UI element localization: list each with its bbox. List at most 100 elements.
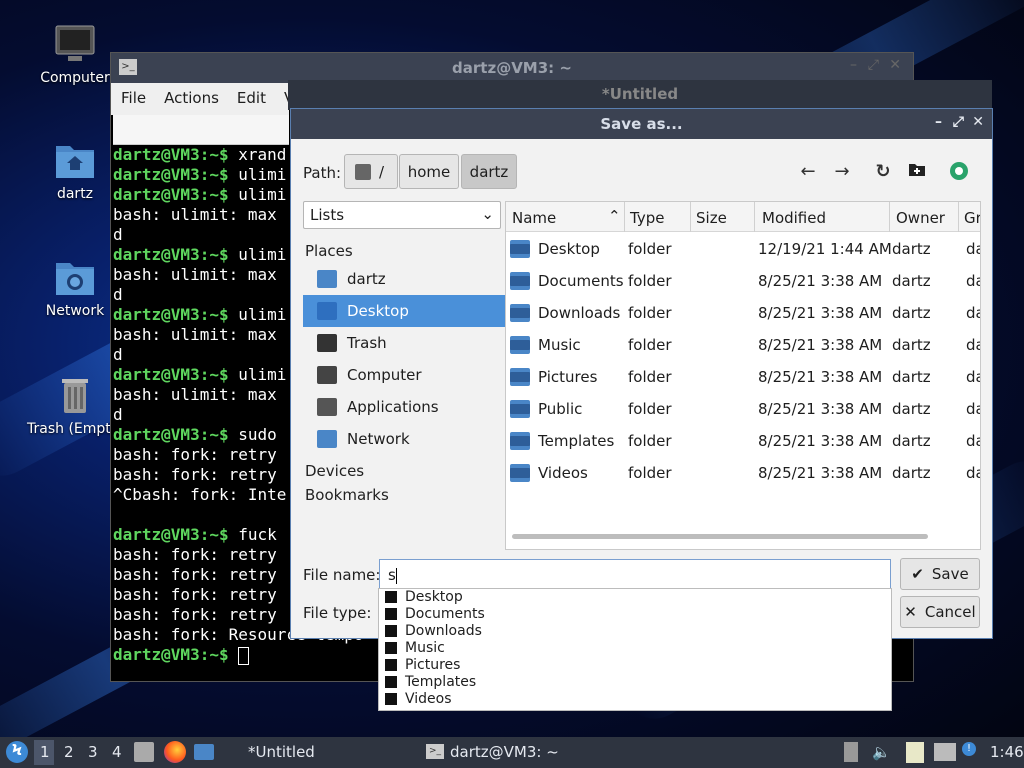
minimize-icon[interactable]: – <box>850 57 857 73</box>
close-icon[interactable]: ✕ <box>889 57 901 73</box>
place-applications[interactable]: Applications <box>303 391 505 423</box>
task-terminal[interactable]: dartz@VM3: ~ <box>450 743 559 761</box>
column-name[interactable]: Name <box>512 209 556 227</box>
terminal-titlebar[interactable]: >_ dartz@VM3: ~ – ⤢ ✕ <box>111 53 913 83</box>
forward-arrow-icon[interactable]: → <box>830 160 854 184</box>
file-list[interactable]: Name ⌃ Type Size Modified Owner Gr Deskt… <box>505 201 981 550</box>
place-computer[interactable]: Computer <box>303 359 505 391</box>
completion-item[interactable]: Pictures <box>379 657 891 674</box>
save-button[interactable]: ✔ Save <box>900 558 980 590</box>
column-size[interactable]: Size <box>696 209 727 227</box>
menu-file[interactable]: File <box>121 89 146 109</box>
completion-item[interactable]: Music <box>379 640 891 657</box>
file-name: Desktop <box>538 240 600 258</box>
file-name-input[interactable]: s <box>379 559 891 589</box>
computer-icon <box>55 25 95 61</box>
close-icon[interactable]: ✕ <box>972 114 984 130</box>
file-name: Templates <box>538 432 615 450</box>
dialog-titlebar[interactable]: Save as... – ⤢ ✕ <box>291 109 992 139</box>
clock[interactable]: 1:46 <box>990 743 1024 761</box>
devices-header[interactable]: Devices <box>303 459 505 483</box>
desktop-icon-network[interactable]: Network <box>27 257 123 319</box>
network-folder-icon <box>56 263 94 295</box>
horizontal-scrollbar[interactable] <box>512 534 928 539</box>
applications-icon <box>317 398 337 416</box>
task-untitled[interactable]: *Untitled <box>248 743 315 761</box>
back-arrow-icon[interactable]: ← <box>796 160 820 184</box>
completion-item[interactable]: Desktop <box>379 589 891 606</box>
path-dartz-button[interactable]: dartz <box>461 154 517 189</box>
network-icon <box>317 430 337 448</box>
workspace-3[interactable]: 3 <box>88 743 98 761</box>
notification-icon[interactable]: ! <box>962 742 976 756</box>
new-folder-icon[interactable] <box>905 160 929 184</box>
path-home-button[interactable]: home <box>399 154 459 189</box>
file-row[interactable]: Documentsfolder 8/25/21 3:38 AM dartz da <box>506 265 980 297</box>
desktop-icon <box>385 591 397 603</box>
bookmarks-header[interactable]: Bookmarks <box>303 483 505 507</box>
network-tray-icon[interactable] <box>934 743 956 761</box>
file-manager-icon[interactable] <box>134 742 154 762</box>
start-menu-icon[interactable]: Ϟ <box>6 741 28 763</box>
folder-icon <box>510 368 530 386</box>
places-view-combo[interactable]: Lists ⌄ <box>303 201 501 229</box>
desktop-icon <box>317 302 337 320</box>
workspace-4[interactable]: 4 <box>112 743 122 761</box>
desktop-icon-label: dartz <box>56 186 94 202</box>
trash-icon <box>317 334 337 352</box>
reload-icon[interactable]: ↻ <box>871 160 895 184</box>
menu-edit[interactable]: Edit <box>237 89 266 109</box>
file-row[interactable]: Pictures folder 8/25/21 3:38 AM dartz da <box>506 361 980 393</box>
terminal-title: dartz@VM3: ~ <box>452 59 572 77</box>
videos-icon <box>385 693 397 705</box>
path-root-button[interactable]: / <box>344 154 398 189</box>
place-desktop[interactable]: Desktop <box>303 295 505 327</box>
file-modified: 8/25/21 3:38 AM <box>758 464 883 482</box>
minimize-icon[interactable]: – <box>935 114 942 130</box>
desktop-icon-trash[interactable]: Trash (Empty) <box>27 373 125 437</box>
place-network[interactable]: Network <box>303 423 505 455</box>
show-desktop-icon[interactable] <box>194 744 214 760</box>
apps-icon[interactable] <box>947 160 971 184</box>
completion-item[interactable]: Templates <box>379 674 891 691</box>
completion-item[interactable]: Documents <box>379 606 891 623</box>
file-modified: 8/25/21 3:38 AM <box>758 304 883 322</box>
menu-actions[interactable]: Actions <box>164 89 219 109</box>
tray-updates-icon[interactable] <box>844 742 858 762</box>
place-dartz[interactable]: dartz <box>303 263 505 295</box>
column-group[interactable]: Gr <box>964 209 980 227</box>
terminal-menubar: File Actions Edit V <box>111 83 294 115</box>
volume-icon[interactable]: 🔈 <box>872 743 891 761</box>
file-type: folder <box>628 272 672 290</box>
workspace-2[interactable]: 2 <box>64 743 74 761</box>
desktop-icon-computer[interactable]: Computer <box>27 24 123 86</box>
workspace-1[interactable]: 1 <box>40 743 50 761</box>
file-name: Downloads <box>538 304 621 322</box>
maximize-icon[interactable]: ⤢ <box>868 57 879 73</box>
completion-item[interactable]: Downloads <box>379 623 891 640</box>
file-row[interactable]: Public folder 8/25/21 3:38 AM dartz da <box>506 393 980 425</box>
firefox-icon[interactable] <box>164 741 186 763</box>
cancel-button[interactable]: ✕ Cancel <box>900 596 980 628</box>
file-type: folder <box>628 240 672 258</box>
file-row[interactable]: Templates folder 8/25/21 3:38 AM dartz da <box>506 425 980 457</box>
column-type[interactable]: Type <box>630 209 664 227</box>
clipboard-icon[interactable] <box>906 742 924 763</box>
file-row[interactable]: Videos folder 8/25/21 3:38 AM dartz da <box>506 457 980 489</box>
file-list-header: Name ⌃ Type Size Modified Owner Gr <box>506 202 980 232</box>
places-sidebar: Places dartz Desktop Trash Computer Applicat… <box>303 239 505 507</box>
column-owner[interactable]: Owner <box>896 209 945 227</box>
file-row[interactable]: Music folder 8/25/21 3:38 AM dartz da <box>506 329 980 361</box>
file-group: da <box>966 432 980 450</box>
desktop-icon-home[interactable]: dartz <box>27 140 123 202</box>
column-modified[interactable]: Modified <box>762 209 826 227</box>
file-modified: 8/25/21 3:38 AM <box>758 400 883 418</box>
file-owner: dartz <box>892 272 931 290</box>
completion-item[interactable]: Videos <box>379 691 891 708</box>
place-trash[interactable]: Trash <box>303 327 505 359</box>
editor-window-titlebar[interactable]: *Untitled <box>288 80 992 110</box>
file-row[interactable]: Downloads folder 8/25/21 3:38 AM dartz da <box>506 297 980 329</box>
file-row[interactable]: Desktop folder 12/19/21 1:44 AMdartz da <box>506 233 980 265</box>
maximize-icon[interactable]: ⤢ <box>953 114 964 130</box>
file-name: Documents <box>538 272 624 290</box>
